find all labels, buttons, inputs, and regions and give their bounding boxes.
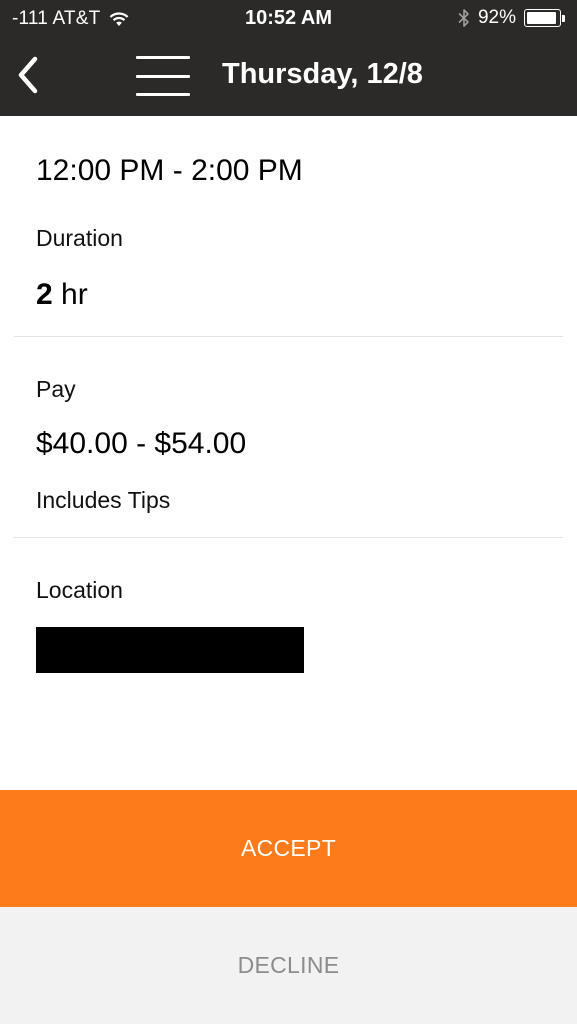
battery-body: [524, 9, 561, 27]
duration-value: 2 hr: [36, 278, 88, 312]
hamburger-menu-bar: [136, 93, 190, 96]
battery-icon: [524, 9, 565, 27]
bluetooth-icon: [458, 8, 470, 28]
duration-label: Duration: [36, 225, 123, 251]
pay-note: Includes Tips: [36, 487, 171, 513]
hamburger-menu-icon: [136, 56, 190, 59]
menu-button[interactable]: [134, 54, 192, 98]
top-bar: -111 AT&T 10:52 AM 92% Thursday, 12/8: [0, 0, 577, 116]
pay-range: $40.00 - $54.00: [36, 427, 247, 460]
battery-percent: 92%: [477, 7, 516, 28]
accept-button[interactable]: ACCEPT: [0, 790, 577, 907]
section-divider: [14, 537, 563, 538]
hamburger-menu-bar: [136, 74, 190, 78]
status-bar: -111 AT&T 10:52 AM 92%: [0, 0, 577, 36]
location-label: Location: [36, 577, 123, 603]
decline-button[interactable]: DECLINE: [0, 907, 577, 1024]
page-title: Thursday, 12/8: [222, 58, 423, 90]
pay-label: Pay: [36, 376, 76, 402]
back-button[interactable]: [8, 50, 48, 100]
battery-tip: [562, 14, 565, 22]
status-right: 92%: [458, 7, 565, 29]
shift-offer-screen: -111 AT&T 10:52 AM 92% Thursday, 12/8 12…: [0, 0, 577, 1024]
nav-bar: Thursday, 12/8: [0, 36, 577, 116]
location-redacted-block: [36, 627, 304, 673]
duration-unit: hr: [61, 278, 88, 311]
chevron-left-icon: [18, 56, 38, 94]
duration-number: 2: [36, 278, 53, 311]
shift-time-range: 12:00 PM - 2:00 PM: [36, 154, 303, 187]
battery-fill: [527, 12, 556, 24]
section-divider: [14, 336, 563, 337]
